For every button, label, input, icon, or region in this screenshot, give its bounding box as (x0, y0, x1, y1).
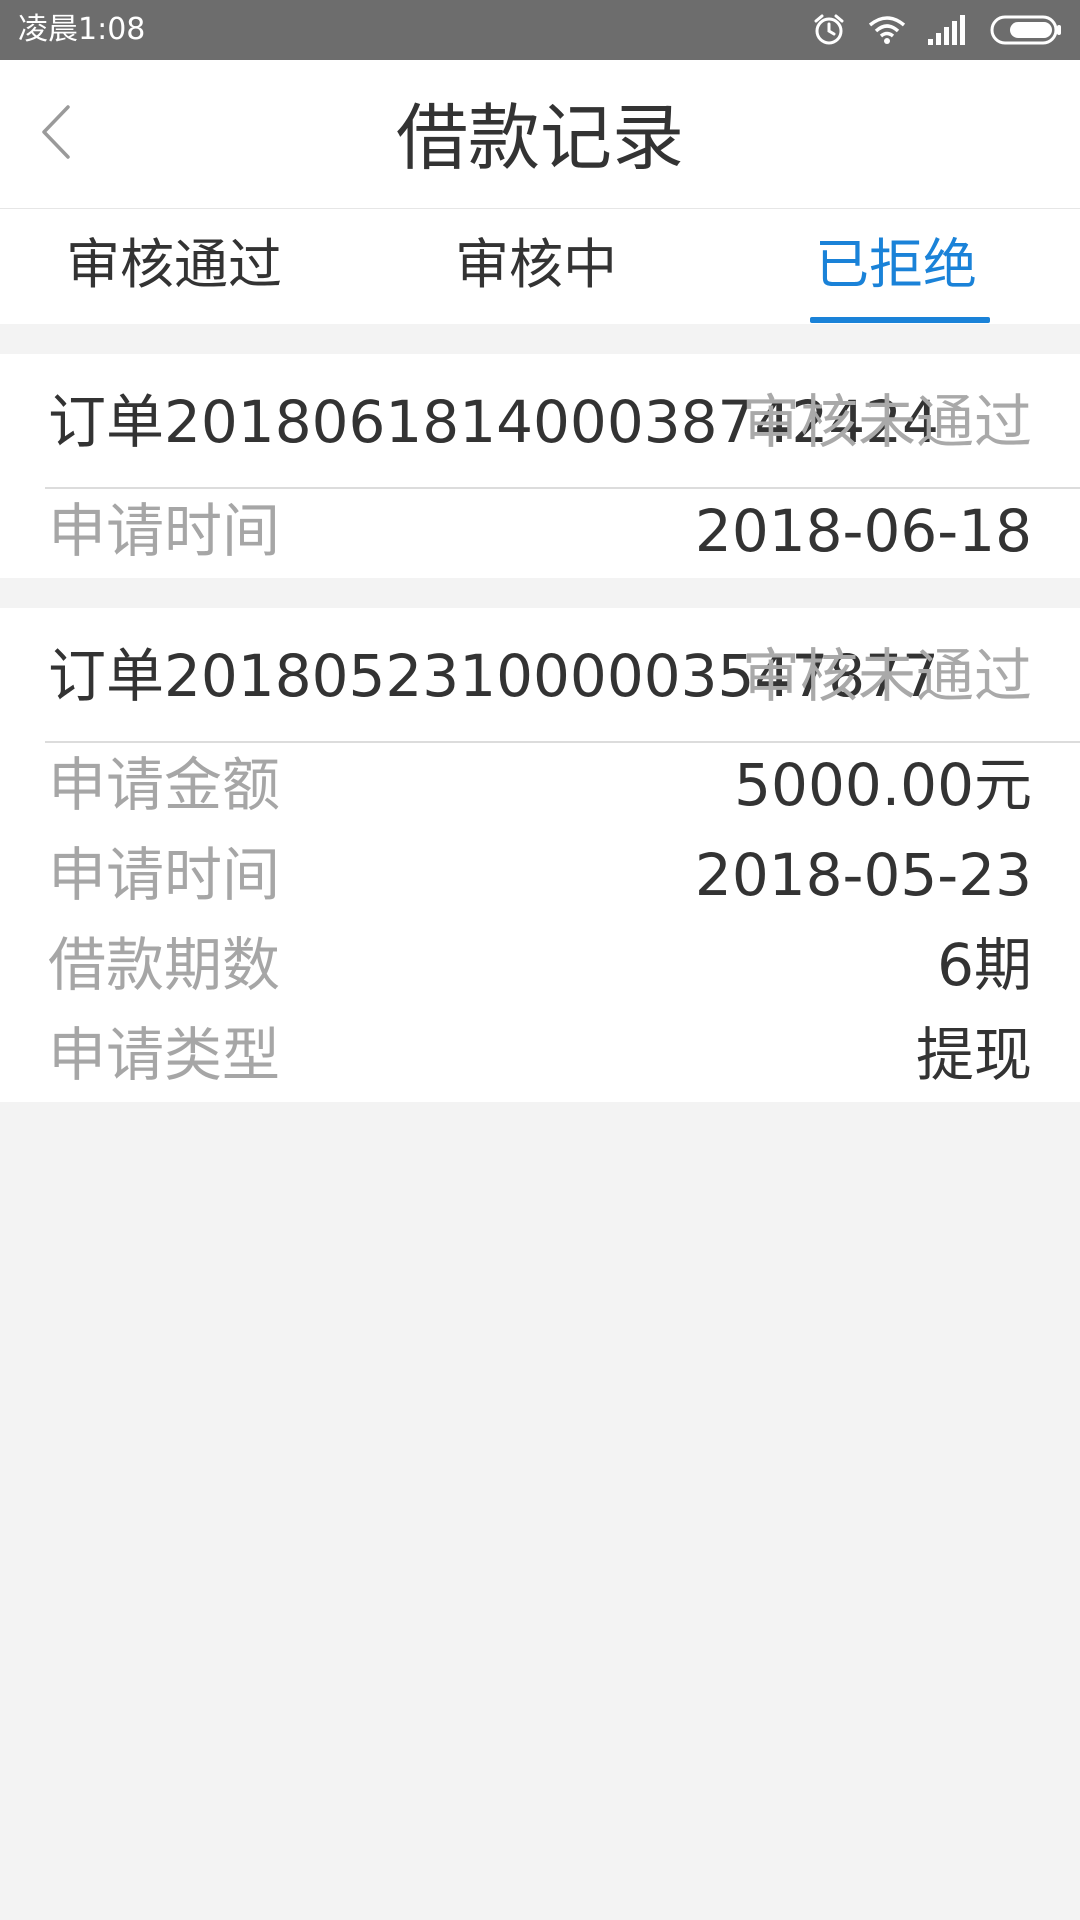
detail-label: 申请类型 (48, 1021, 281, 1089)
detail-value: 5000.00元 (734, 751, 1032, 819)
detail-row-apply-type: 申请类型 提现 (0, 1013, 1080, 1103)
record-card[interactable]: 订单201805231000003547877 审核未通过 申请金额 5000.… (0, 608, 1080, 1102)
tab-bar: 审核通过 审核中 已拒绝 (0, 209, 1080, 324)
detail-row-apply-time: 申请时间 2018-05-23 (0, 833, 1080, 923)
signal-icon (928, 15, 968, 45)
detail-value: 2018-06-18 (694, 497, 1032, 565)
wifi-icon (868, 15, 906, 45)
detail-value: 2018-05-23 (694, 841, 1032, 909)
detail-row-apply-amount: 申请金额 5000.00元 (0, 743, 1080, 833)
tab-active-indicator (810, 317, 990, 323)
detail-row-loan-periods: 借款期数 6期 (0, 923, 1080, 1013)
page-title: 借款记录 (395, 96, 684, 180)
battery-icon (990, 15, 1062, 45)
status-icons (812, 12, 1062, 48)
detail-label: 申请时间 (48, 841, 281, 909)
header: 借款记录 (0, 60, 1080, 209)
tab-approved[interactable]: 审核通过 (66, 235, 282, 295)
order-header[interactable]: 订单201806181400038742424 审核未通过 (0, 354, 1080, 487)
detail-label: 申请时间 (48, 497, 281, 565)
detail-value: 6期 (937, 931, 1032, 999)
tab-rejected[interactable]: 已拒绝 (815, 235, 977, 295)
detail-label: 申请金额 (48, 751, 281, 819)
detail-label: 借款期数 (48, 931, 281, 999)
order-status: 审核未通过 (741, 388, 1032, 456)
order-status: 审核未通过 (741, 642, 1032, 710)
detail-value: 提现 (915, 1021, 1032, 1089)
status-bar: 凌晨1:08 (0, 0, 1080, 60)
record-card[interactable]: 订单201806181400038742424 审核未通过 申请时间 2018-… (0, 354, 1080, 578)
detail-row-apply-time: 申请时间 2018-06-18 (0, 489, 1080, 579)
alarm-icon (812, 13, 846, 47)
tab-pending[interactable]: 审核中 (455, 235, 617, 295)
order-header[interactable]: 订单201805231000003547877 审核未通过 (0, 608, 1080, 741)
status-time: 凌晨1:08 (18, 12, 146, 47)
